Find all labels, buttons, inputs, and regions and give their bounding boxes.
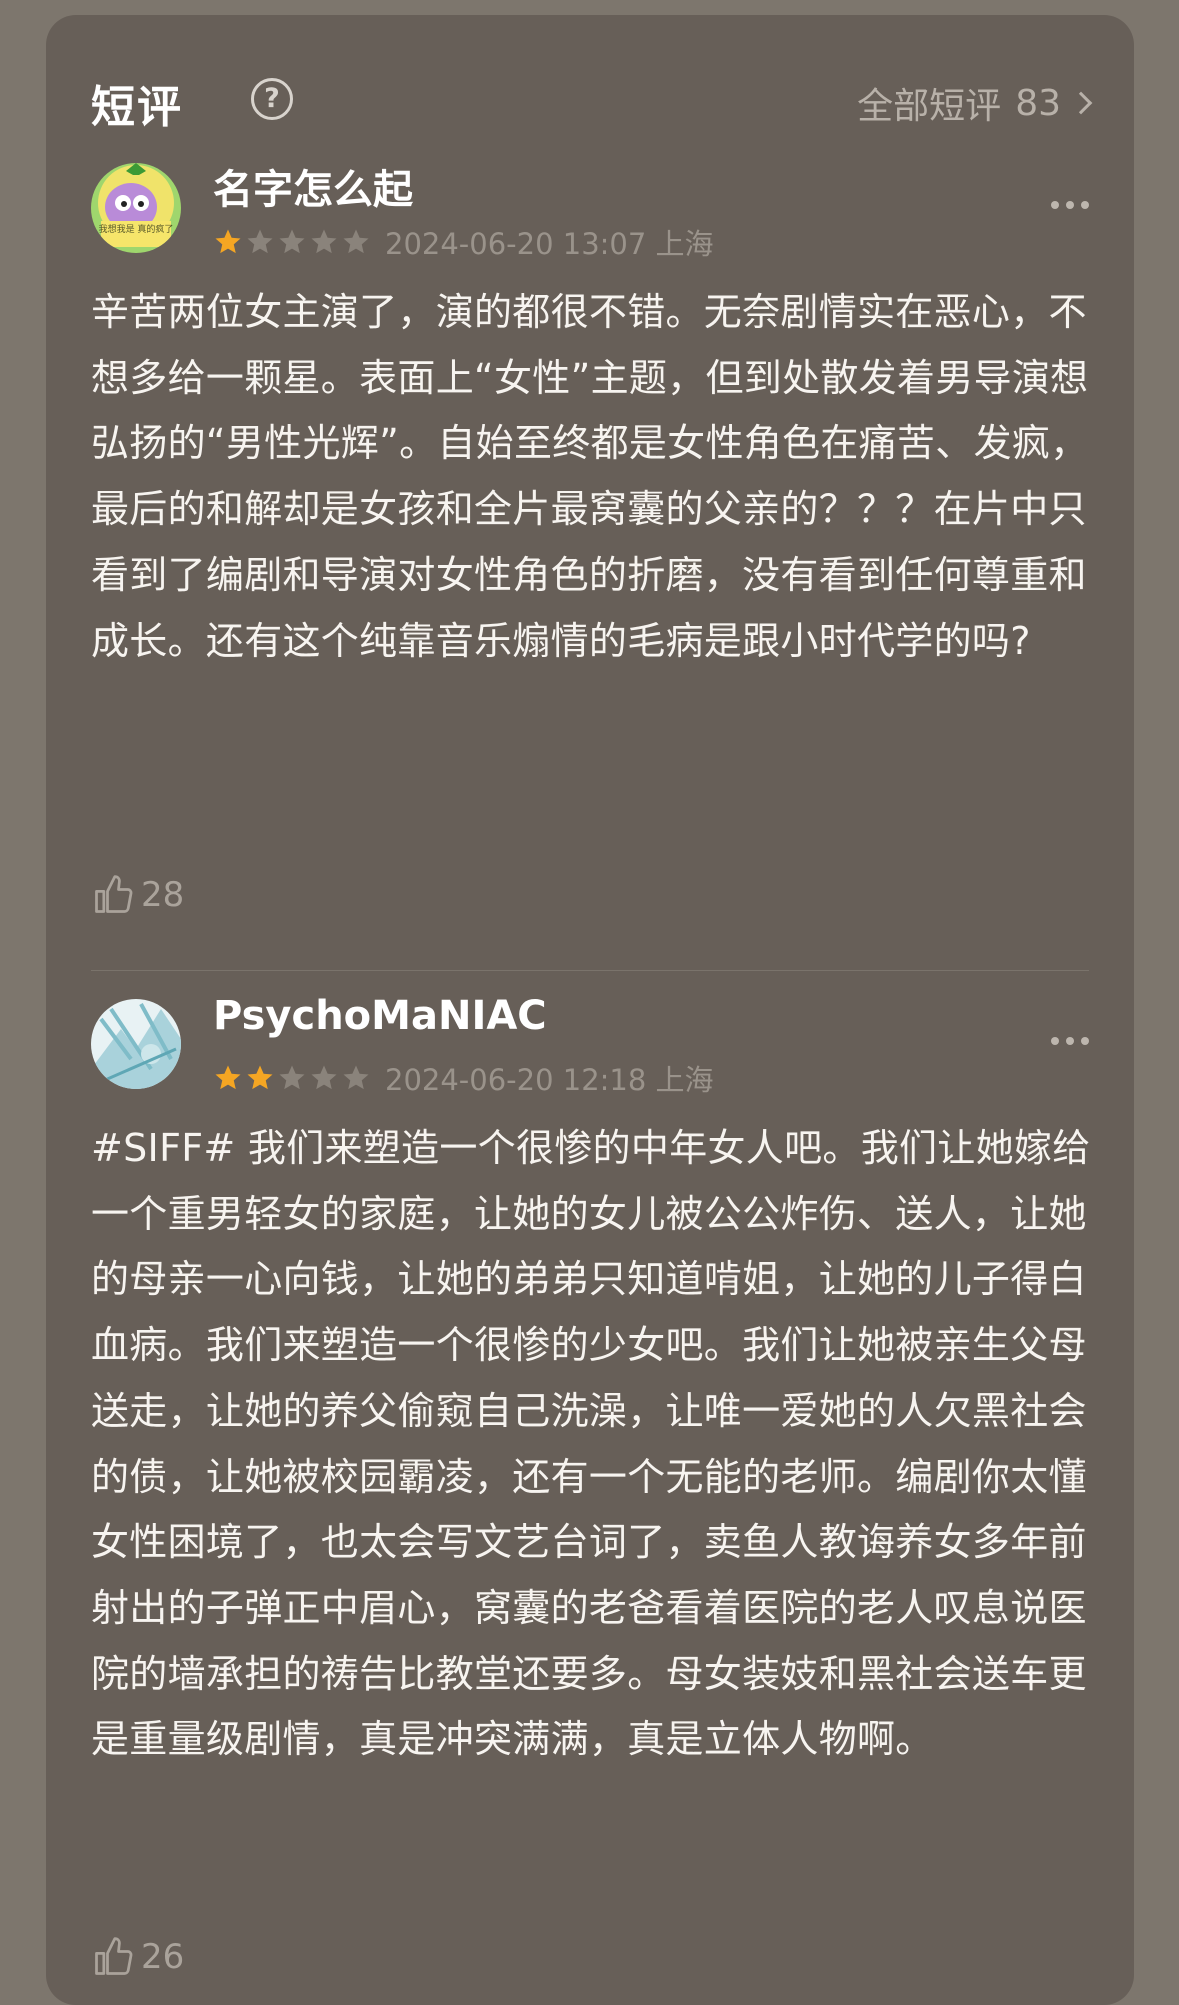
star-rating bbox=[213, 1063, 373, 1093]
thumbs-up-icon bbox=[95, 1937, 133, 1975]
star-empty-icon bbox=[247, 229, 273, 254]
star-filled-icon bbox=[247, 1065, 273, 1090]
star-rating bbox=[213, 227, 373, 257]
like-button[interactable]: 26 bbox=[91, 1935, 184, 1979]
more-dots-icon[interactable] bbox=[1044, 201, 1089, 209]
star-filled-icon bbox=[215, 1065, 241, 1090]
avatar-image bbox=[91, 999, 181, 1089]
star-empty-icon bbox=[279, 229, 305, 254]
all-reviews-link[interactable]: 全部短评 83 bbox=[857, 77, 1093, 129]
username[interactable]: 名字怎么起 bbox=[213, 157, 413, 215]
chevron-right-icon bbox=[1069, 91, 1093, 115]
avatar-caption: 我想我是 真的疯了 bbox=[99, 223, 174, 235]
star-empty-icon bbox=[279, 1065, 305, 1090]
username[interactable]: PsychoMaNIAC bbox=[213, 993, 547, 1039]
review-text: #SIFF# 我们来塑造一个很惨的中年女人吧。我们让她嫁给一个重男轻女的家庭，让… bbox=[91, 1126, 1091, 1762]
all-reviews-label: 全部短评 bbox=[857, 86, 1002, 127]
review-divider bbox=[91, 970, 1089, 971]
more-dots-icon[interactable] bbox=[1044, 1037, 1089, 1045]
all-reviews-count: 83 bbox=[1015, 82, 1061, 124]
review-item: PsychoMaNIAC 2024-06-20 12:18 上海 #SIFF# … bbox=[91, 993, 1091, 1999]
short-reviews-card: 短评 ? 全部短评 83 我想我是 真的疯了 名字怎么起 2024-06-20 … bbox=[46, 15, 1134, 2005]
star-empty-icon bbox=[311, 1065, 337, 1090]
review-meta: 2024-06-20 13:07 上海 bbox=[213, 221, 714, 263]
review-item: 我想我是 真的疯了 名字怎么起 2024-06-20 13:07 上海 辛苦两位… bbox=[91, 163, 1089, 943]
timestamp: 2024-06-20 12:18 上海 bbox=[385, 1063, 714, 1097]
like-count: 28 bbox=[141, 875, 185, 915]
star-empty-icon bbox=[311, 229, 337, 254]
section-header: 短评 ? 全部短评 83 bbox=[91, 63, 1093, 143]
section-title: 短评 bbox=[91, 82, 183, 133]
avatar-image: 我想我是 真的疯了 bbox=[91, 163, 181, 253]
thumbs-up-icon bbox=[95, 875, 133, 913]
like-button[interactable]: 28 bbox=[91, 873, 184, 917]
review-text: 辛苦两位女主演了，演的都很不错。无奈剧情实在恶心，不想多给一颗星。表面上“女性”… bbox=[91, 290, 1089, 663]
star-empty-icon bbox=[343, 229, 369, 254]
star-filled-icon bbox=[215, 229, 241, 254]
review-meta: 2024-06-20 12:18 上海 bbox=[213, 1057, 714, 1099]
avatar[interactable]: 我想我是 真的疯了 bbox=[91, 163, 181, 253]
star-empty-icon bbox=[343, 1065, 369, 1090]
question-circle-icon[interactable]: ? bbox=[251, 78, 293, 120]
like-count: 26 bbox=[141, 1937, 185, 1977]
avatar[interactable] bbox=[91, 999, 181, 1089]
timestamp: 2024-06-20 13:07 上海 bbox=[385, 227, 714, 261]
